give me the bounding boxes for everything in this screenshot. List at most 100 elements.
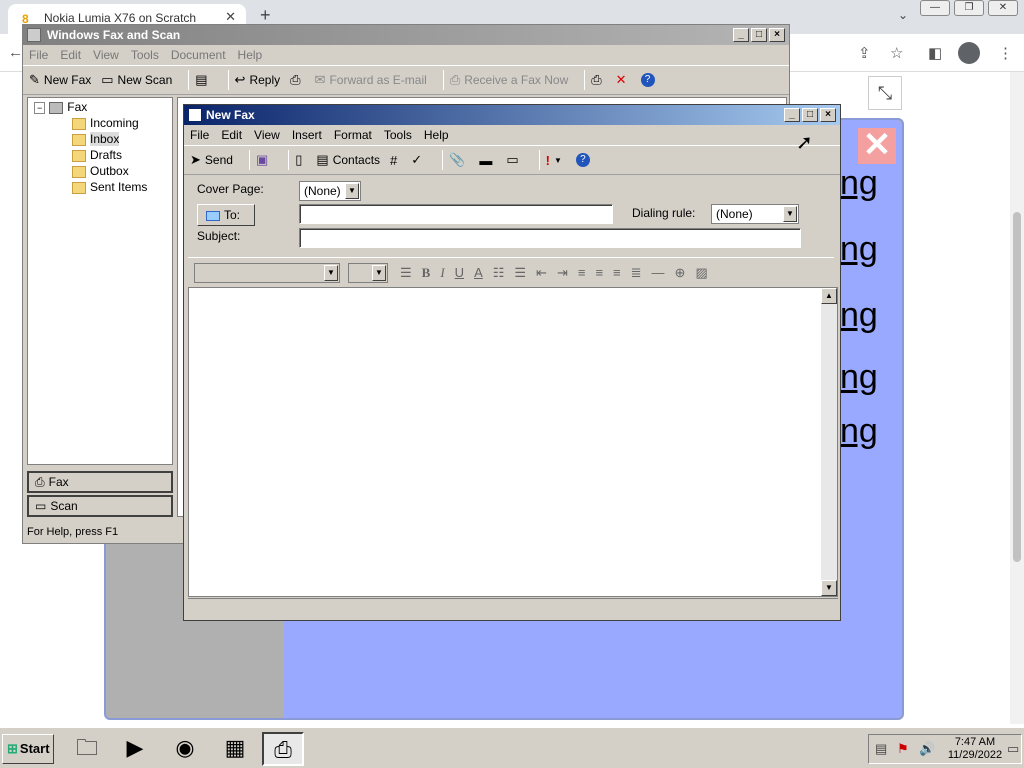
tab-close-icon[interactable]: ✕ — [225, 9, 236, 25]
tree-item-outbox[interactable]: Outbox — [72, 164, 129, 178]
stage-text[interactable]: ng — [840, 296, 878, 335]
menu-tools[interactable]: Tools — [384, 128, 412, 142]
italic-button[interactable]: I — [440, 265, 444, 281]
decrease-indent-icon[interactable]: ⇤ — [536, 265, 547, 281]
increase-indent-icon[interactable]: ⇥ — [557, 265, 568, 281]
to-button[interactable]: To: — [197, 204, 255, 226]
browser-menu-icon[interactable]: ⋮ — [998, 44, 1013, 62]
align-left-icon[interactable]: ≡ — [578, 265, 586, 280]
insert-picture-button[interactable]: ▬ — [479, 153, 496, 168]
contacts-button[interactable]: ▤ Contacts — [316, 152, 380, 168]
subject-field[interactable] — [299, 228, 801, 248]
minimize-button[interactable]: — — [920, 0, 950, 16]
new-fax-titlebar[interactable]: New Fax _ □ × — [184, 105, 840, 125]
delete-button[interactable]: ✕ — [616, 72, 631, 88]
media-player-icon[interactable]: ▶ — [114, 732, 156, 766]
font-color-button[interactable]: A — [474, 265, 483, 280]
share-icon[interactable]: ⇪ — [858, 44, 871, 62]
scrollbar-thumb[interactable] — [1013, 212, 1021, 562]
preview-button[interactable]: ▯ — [295, 152, 306, 168]
menu-edit[interactable]: Edit — [60, 48, 81, 62]
bulleted-list-icon[interactable]: ☰ — [514, 265, 526, 281]
print-button[interactable]: ⎙ — [591, 72, 605, 88]
font-select[interactable]: ▼ — [194, 262, 340, 283]
attach-button[interactable]: 📎 — [449, 152, 469, 168]
help-button[interactable]: ? — [575, 153, 594, 167]
exit-fullscreen-button[interactable]: ⤡ — [868, 76, 902, 110]
tree-root-fax[interactable]: − Fax — [34, 100, 87, 114]
menu-file[interactable]: File — [190, 128, 209, 142]
receive-fax-button[interactable]: ⎙ Receive a Fax Now — [450, 72, 568, 88]
insert-image-icon[interactable]: ▨ — [695, 265, 707, 281]
hyperlink-icon[interactable]: ⊕ — [675, 265, 686, 281]
scroll-up-arrow-icon[interactable]: ▲ — [821, 288, 837, 304]
align-center-icon[interactable]: ≡ — [595, 265, 603, 280]
underline-button[interactable]: U — [455, 265, 464, 280]
close-sprite-icon[interactable]: ✕ — [858, 128, 896, 164]
stage-text[interactable]: ng — [840, 230, 878, 269]
maximize-button[interactable]: □ — [802, 108, 818, 122]
new-fax-button[interactable]: ✎ New Fax — [29, 72, 91, 88]
paragraph-spacing-icon[interactable]: ☰ — [400, 265, 412, 281]
file-explorer-icon[interactable]: 🗀 — [66, 732, 108, 766]
maximize-button[interactable]: □ — [751, 28, 767, 42]
restore-button[interactable]: ❐ — [954, 0, 984, 16]
tree-item-incoming[interactable]: Incoming — [72, 116, 139, 130]
body-scrollbar[interactable]: ▲ ▼ — [821, 288, 837, 596]
reply-button[interactable]: ↩ Reply — [235, 72, 281, 88]
font-size-select[interactable]: ▼ — [348, 262, 388, 283]
back-icon[interactable]: ← — [8, 44, 23, 61]
collapse-icon[interactable]: − — [34, 102, 46, 114]
new-scan-button[interactable]: ▭ New Scan — [101, 72, 172, 88]
menu-format[interactable]: Format — [334, 128, 372, 142]
close-button[interactable]: × — [820, 108, 836, 122]
horizontal-line-icon[interactable]: — — [652, 265, 665, 280]
nav-fax-button[interactable]: ⎙ Fax — [27, 471, 173, 493]
forward-email-button[interactable]: ✉ Forward as E-mail — [315, 72, 427, 88]
minimize-button[interactable]: _ — [784, 108, 800, 122]
close-button[interactable]: ✕ — [988, 0, 1018, 16]
side-panel-icon[interactable]: ◧ — [928, 44, 942, 62]
stage-text[interactable]: ng — [840, 164, 878, 203]
scroll-down-arrow-icon[interactable]: ▼ — [821, 580, 837, 596]
volume-icon[interactable]: 🔊 — [919, 741, 935, 757]
to-field[interactable] — [299, 204, 613, 224]
fax-body-editor[interactable]: ▲ ▼ — [188, 287, 838, 597]
view-button[interactable]: ▤ — [195, 72, 211, 88]
menu-view[interactable]: View — [93, 48, 119, 62]
action-center-icon[interactable]: ⚑ — [897, 741, 909, 757]
check-names-button[interactable]: ✓ — [411, 152, 426, 168]
forward-button[interactable]: ⎙ — [290, 72, 304, 88]
network-tray-icon[interactable]: ▤ — [875, 741, 887, 757]
menu-tools[interactable]: Tools — [131, 48, 159, 62]
stage-text[interactable]: ng — [840, 412, 878, 451]
numbered-list-icon[interactable]: ☷ — [493, 265, 505, 281]
fax-and-scan-titlebar[interactable]: Windows Fax and Scan _ □ × — [23, 25, 789, 45]
chrome-icon[interactable]: ◉ — [164, 732, 206, 766]
tree-item-sent-items[interactable]: Sent Items — [72, 180, 147, 194]
menu-view[interactable]: View — [254, 128, 280, 142]
align-right-icon[interactable]: ≡ — [613, 265, 621, 280]
tree-item-drafts[interactable]: Drafts — [72, 148, 122, 162]
justify-icon[interactable]: ≣ — [631, 265, 642, 281]
new-tab-button[interactable]: + — [260, 5, 271, 26]
control-panel-icon[interactable]: ▦ — [214, 732, 256, 766]
menu-file[interactable]: File — [29, 48, 48, 62]
tab-search-icon[interactable]: ⌄ — [898, 8, 908, 22]
menu-document[interactable]: Document — [171, 48, 226, 62]
send-button[interactable]: ➤ Send — [190, 152, 233, 168]
bookmark-star-icon[interactable]: ☆ — [890, 44, 903, 62]
dialing-button[interactable]: # — [390, 153, 401, 168]
fax-scan-taskbar-icon[interactable]: ⎙ — [262, 732, 304, 766]
page-scrollbar[interactable] — [1010, 72, 1024, 724]
menu-help[interactable]: Help — [238, 48, 263, 62]
start-button[interactable]: ⊞ Start — [2, 734, 54, 764]
show-desktop-icon[interactable]: ▭ — [1007, 741, 1019, 757]
menu-edit[interactable]: Edit — [221, 128, 242, 142]
priority-button[interactable]: ! ▼ — [546, 153, 566, 168]
cover-page-select[interactable]: (None) ▼ — [299, 181, 361, 201]
help-button[interactable]: ? — [640, 73, 659, 87]
bold-button[interactable]: B — [422, 265, 431, 281]
menu-help[interactable]: Help — [424, 128, 449, 142]
close-button[interactable]: × — [769, 28, 785, 42]
